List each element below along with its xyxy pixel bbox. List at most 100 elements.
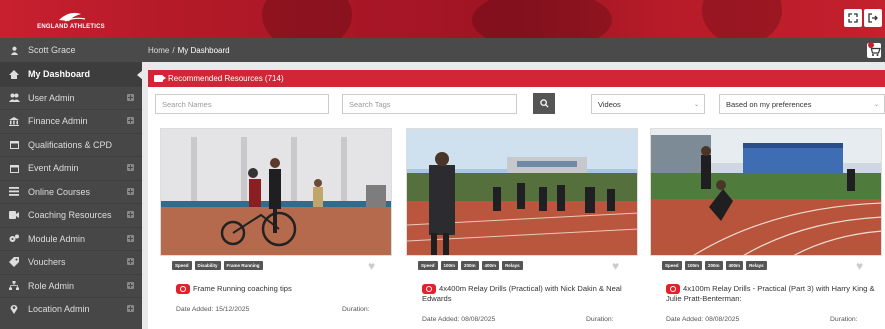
cart-badge xyxy=(868,42,874,48)
sidebar-item-qualifications-cpd[interactable]: Qualifications & CPD xyxy=(0,132,142,157)
youtube-icon xyxy=(176,284,190,294)
sidebar-item-vouchers[interactable]: Vouchers xyxy=(0,250,142,274)
expand-plus-icon[interactable] xyxy=(127,117,134,124)
sidebar-item-my-dashboard[interactable]: My Dashboard xyxy=(0,62,143,86)
sidebar-item-finance-admin[interactable]: Finance Admin xyxy=(0,109,142,133)
sidebar-item-coaching-resources[interactable]: Coaching Resources xyxy=(0,203,142,227)
duration-label: Duration: xyxy=(586,316,614,323)
user-name: Scott Grace xyxy=(28,45,76,55)
expand-plus-icon[interactable] xyxy=(127,281,134,289)
sidebar-item-module-admin[interactable]: Module Admin xyxy=(0,226,142,251)
tag[interactable]: Relays xyxy=(502,261,523,270)
resources-panel: Recommended Resources (714) Search Names… xyxy=(148,70,885,329)
calendar-icon xyxy=(8,163,20,173)
breadcrumb-home[interactable]: Home xyxy=(148,46,169,55)
tag-list: Speed 100m 200m 400m Relays xyxy=(662,261,767,270)
duration-label: Duration: xyxy=(342,306,370,313)
tag[interactable]: 200m xyxy=(705,261,723,270)
tag[interactable]: Relays xyxy=(746,261,767,270)
favorite-heart-icon[interactable]: ♥ xyxy=(612,259,619,273)
video-camera-icon xyxy=(154,75,166,82)
sidebar-item-label: Location Admin xyxy=(28,304,90,315)
sidebar-item-role-admin[interactable]: Role Admin xyxy=(0,273,142,298)
search-icon xyxy=(539,99,549,108)
tag[interactable]: 200m xyxy=(461,261,479,270)
card-title[interactable]: 4x400m Relay Drills (Practical) with Nic… xyxy=(422,284,632,304)
video-thumbnail[interactable] xyxy=(406,128,638,256)
card-title-text: 4x100m Relay Drills - Practical (Part 3)… xyxy=(666,284,875,303)
sort-select[interactable]: Based on my preferences ⌄ xyxy=(719,94,885,114)
tag[interactable]: Frame Running xyxy=(223,261,263,270)
search-tags-input[interactable]: Search Tags xyxy=(342,94,517,114)
expand-plus-icon[interactable] xyxy=(127,305,134,312)
athlete-logo-icon xyxy=(58,12,86,22)
banner-decoration xyxy=(262,0,352,38)
card-title[interactable]: 4x100m Relay Drills - Practical (Part 3)… xyxy=(666,284,876,304)
video-thumbnail[interactable] xyxy=(160,128,392,256)
sidebar-item-label: User Admin xyxy=(28,92,75,103)
expand-plus-icon[interactable] xyxy=(127,93,134,101)
card-title-text: Frame Running coaching tips xyxy=(193,284,292,293)
sidebar-item-event-admin[interactable]: Event Admin xyxy=(0,156,142,180)
bank-icon xyxy=(8,116,20,126)
sidebar-item-label: Role Admin xyxy=(28,280,75,291)
search-button[interactable] xyxy=(533,93,555,114)
expand-plus-icon[interactable] xyxy=(127,234,134,242)
sidebar-item-label: Finance Admin xyxy=(28,116,88,127)
type-select-value: Videos xyxy=(598,99,621,109)
youtube-icon xyxy=(666,284,680,294)
search-names-placeholder: Search Names xyxy=(162,99,212,109)
tag[interactable]: 100m xyxy=(684,261,703,270)
resource-card[interactable]: Speed Disability Frame Running ♥ Frame R… xyxy=(160,128,392,328)
video-thumbnail[interactable] xyxy=(650,128,882,256)
list-icon xyxy=(8,187,20,197)
search-tags-placeholder: Search Tags xyxy=(349,99,391,109)
panel-title: Recommended Resources (714) xyxy=(168,74,284,83)
sitemap-icon xyxy=(8,281,20,291)
tag[interactable]: 100m xyxy=(440,261,459,270)
tag-icon xyxy=(8,257,20,268)
sidebar-item-online-courses[interactable]: Online Courses xyxy=(0,179,142,204)
sidebar-item-label: Qualifications & CPD xyxy=(28,139,113,150)
chevron-down-icon: ⌄ xyxy=(873,102,879,108)
logo[interactable]: ENGLAND ATHLETICS xyxy=(0,0,142,38)
tag[interactable]: Disability xyxy=(194,261,221,270)
tag[interactable]: Speed xyxy=(662,261,682,270)
sidebar-item-label: Vouchers xyxy=(28,257,66,268)
tag[interactable]: 400m xyxy=(725,261,744,270)
panel-header: Recommended Resources (714) xyxy=(148,70,885,87)
app: ENGLAND ATHLETICS Scott Grace My Dashboa… xyxy=(0,0,885,329)
fullscreen-button[interactable] xyxy=(844,9,862,27)
header-banner xyxy=(142,0,885,38)
resource-card[interactable]: Speed 100m 200m 400m Relays ♥ 4x100m Rel… xyxy=(650,128,882,328)
sidebar-item-user-admin[interactable]: User Admin xyxy=(0,85,142,110)
expand-plus-icon[interactable] xyxy=(127,258,134,265)
resource-card[interactable]: Speed 100m 200m 400m Relays ♥ 4x400m Rel… xyxy=(406,128,638,328)
logo-text: ENGLAND ATHLETICS xyxy=(37,24,105,30)
card-title-text: 4x400m Relay Drills (Practical) with Nic… xyxy=(422,284,622,303)
sidebar-item-label: My Dashboard xyxy=(28,69,91,80)
sidebar: ENGLAND ATHLETICS Scott Grace My Dashboa… xyxy=(0,0,143,329)
cogs-icon xyxy=(8,234,20,244)
logo-mark: ENGLAND ATHLETICS xyxy=(37,8,105,30)
tag[interactable]: Speed xyxy=(418,261,438,270)
favorite-heart-icon[interactable]: ♥ xyxy=(368,259,375,273)
resource-cards: Speed Disability Frame Running ♥ Frame R… xyxy=(148,125,885,329)
user-profile[interactable]: Scott Grace xyxy=(0,38,142,62)
tag[interactable]: Speed xyxy=(172,261,192,270)
type-select[interactable]: Videos ⌄ xyxy=(591,94,705,114)
sidebar-item-label: Event Admin xyxy=(28,163,79,174)
sidebar-item-location-admin[interactable]: Location Admin xyxy=(0,297,142,321)
date-added: Date Added: 08/08/2025 xyxy=(666,316,740,323)
tag[interactable]: 400m xyxy=(481,261,500,270)
banner-decoration xyxy=(472,0,612,38)
search-names-input[interactable]: Search Names xyxy=(155,94,329,114)
card-title[interactable]: Frame Running coaching tips xyxy=(176,284,386,294)
expand-plus-icon[interactable] xyxy=(127,187,134,195)
breadcrumb-current: My Dashboard xyxy=(177,45,230,55)
favorite-heart-icon[interactable]: ♥ xyxy=(856,259,863,273)
logout-button[interactable] xyxy=(864,9,882,27)
expand-plus-icon[interactable] xyxy=(127,164,134,171)
expand-plus-icon[interactable] xyxy=(127,211,134,218)
sidebar-item-label: Module Admin xyxy=(28,233,86,244)
